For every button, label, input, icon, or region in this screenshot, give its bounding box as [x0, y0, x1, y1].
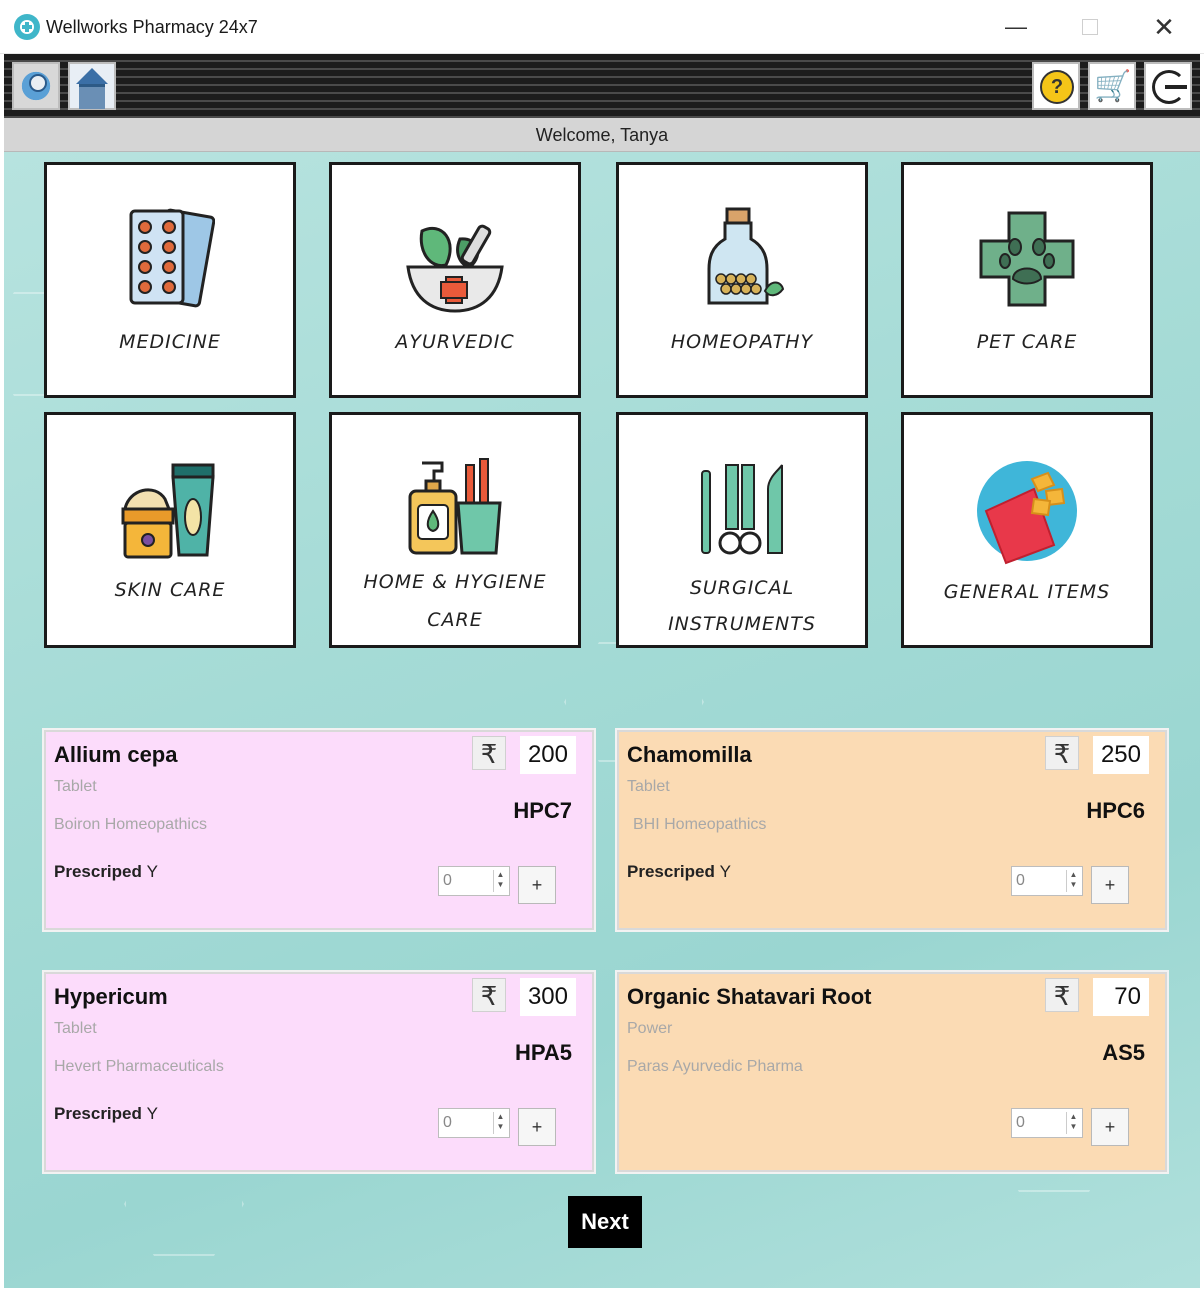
- add-to-cart-button[interactable]: +: [1091, 866, 1129, 904]
- soap-dispenser-icon: [408, 458, 502, 555]
- category-label-line2: INSTRUMENTS: [668, 613, 816, 635]
- spinner-arrows-icon[interactable]: ▲ ▼: [493, 870, 507, 892]
- category-tile-homeopathy[interactable]: HOMEOPATHY: [616, 162, 868, 398]
- store-icon[interactable]: [68, 62, 116, 110]
- rupee-icon: ₹: [1045, 736, 1079, 770]
- product-manufacturer: Paras Ayurvedic Pharma: [627, 1058, 803, 1075]
- app-logo-icon: [14, 14, 40, 40]
- product-code: HPC6: [1086, 798, 1145, 823]
- prescription-flag: Prescriped Y: [54, 1104, 158, 1123]
- category-tile-ayurvedic[interactable]: AYURVEDIC: [329, 162, 581, 398]
- quantity-stepper[interactable]: 0 ▲ ▼: [1011, 866, 1083, 896]
- paw-cross-icon: [979, 211, 1075, 307]
- close-button[interactable]: ✕: [1142, 10, 1186, 44]
- product-card: Organic Shatavari Root Power Paras Ayurv…: [617, 972, 1167, 1172]
- add-to-cart-button[interactable]: +: [518, 1108, 556, 1146]
- product-card: Chamomilla Tablet BHI Homeopathics Presc…: [617, 730, 1167, 930]
- mortar-pestle-icon: [406, 224, 504, 313]
- cart-icon[interactable]: 🛒: [1088, 62, 1136, 110]
- pill-bottle-icon: [707, 207, 785, 305]
- title-bar: Wellworks Pharmacy 24x7 — ✕: [0, 0, 1204, 54]
- product-manufacturer: Boiron Homeopathics: [54, 816, 207, 833]
- window-title: Wellworks Pharmacy 24x7: [46, 17, 258, 37]
- maximize-button[interactable]: [1068, 10, 1112, 44]
- product-card: Allium cepa Tablet Boiron Homeopathics P…: [44, 730, 594, 930]
- snack-bag-icon: [977, 461, 1077, 565]
- product-form: Tablet: [54, 778, 97, 795]
- spinner-arrows-icon[interactable]: ▲ ▼: [1066, 1112, 1080, 1134]
- surgical-tools-icon: [701, 464, 783, 555]
- user-profile-icon[interactable]: [12, 62, 60, 110]
- category-label: HOMEOPATHY: [670, 331, 814, 353]
- product-name: Allium cepa: [54, 742, 178, 767]
- next-button[interactable]: Next: [568, 1196, 642, 1248]
- product-form: Power: [627, 1020, 673, 1037]
- category-tile-surgical[interactable]: SURGICAL INSTRUMENTS: [616, 412, 868, 648]
- rupee-icon: ₹: [1045, 978, 1079, 1012]
- product-price: 70: [1093, 978, 1149, 1016]
- category-tile-skin-care[interactable]: SKIN CARE: [44, 412, 296, 648]
- product-manufacturer: Hevert Pharmaceuticals: [54, 1058, 224, 1075]
- product-code: HPA5: [514, 1040, 572, 1065]
- product-price: 250: [1093, 736, 1149, 774]
- main-content: MEDICINE AYURVEDIC HOMEOPATHY PET CARE S…: [4, 152, 1200, 1288]
- category-label-line2: CARE: [427, 609, 483, 631]
- prescription-flag: Prescriped Y: [54, 862, 158, 881]
- toolbar: ? 🛒: [4, 54, 1200, 118]
- spinner-arrows-icon[interactable]: ▲ ▼: [1066, 870, 1080, 892]
- category-tile-pet-care[interactable]: PET CARE: [901, 162, 1153, 398]
- product-code: HPC7: [513, 798, 572, 823]
- quantity-stepper[interactable]: 0 ▲ ▼: [438, 866, 510, 896]
- category-label: MEDICINE: [119, 331, 221, 353]
- product-manufacturer: BHI Homeopathics: [633, 816, 767, 833]
- product-name: Chamomilla: [627, 742, 752, 767]
- pill-strip-icon: [129, 208, 215, 308]
- prescription-flag: Prescriped Y: [627, 862, 731, 881]
- logout-icon[interactable]: [1144, 62, 1192, 110]
- welcome-banner: Welcome, Tanya: [4, 118, 1200, 152]
- category-tile-general-items[interactable]: GENERAL ITEMS: [901, 412, 1153, 648]
- category-tile-medicine[interactable]: MEDICINE: [44, 162, 296, 398]
- category-label: GENERAL ITEMS: [943, 581, 1111, 603]
- category-label: SURGICAL: [689, 577, 795, 599]
- product-price: 200: [520, 736, 576, 774]
- product-price: 300: [520, 978, 576, 1016]
- product-code: AS5: [1102, 1040, 1145, 1065]
- product-card: Hypericum Tablet Hevert Pharmaceuticals …: [44, 972, 594, 1172]
- quantity-stepper[interactable]: 0 ▲ ▼: [1011, 1108, 1083, 1138]
- product-form: Tablet: [54, 1020, 97, 1037]
- rupee-icon: ₹: [472, 978, 506, 1012]
- cream-jar-icon: [121, 463, 215, 559]
- category-label: HOME & HYGIENE: [363, 571, 547, 593]
- category-label: SKIN CARE: [114, 579, 226, 601]
- product-name: Organic Shatavari Root: [627, 984, 872, 1009]
- spinner-arrows-icon[interactable]: ▲ ▼: [493, 1112, 507, 1134]
- category-label: AYURVEDIC: [395, 331, 515, 353]
- minimize-button[interactable]: —: [994, 10, 1038, 44]
- add-to-cart-button[interactable]: +: [518, 866, 556, 904]
- category-tile-home-hygiene[interactable]: HOME & HYGIENE CARE: [329, 412, 581, 648]
- quantity-stepper[interactable]: 0 ▲ ▼: [438, 1108, 510, 1138]
- product-form: Tablet: [627, 778, 670, 795]
- product-name: Hypericum: [54, 984, 168, 1009]
- help-icon[interactable]: ?: [1032, 62, 1080, 110]
- category-label: PET CARE: [976, 331, 1078, 353]
- rupee-icon: ₹: [472, 736, 506, 770]
- add-to-cart-button[interactable]: +: [1091, 1108, 1129, 1146]
